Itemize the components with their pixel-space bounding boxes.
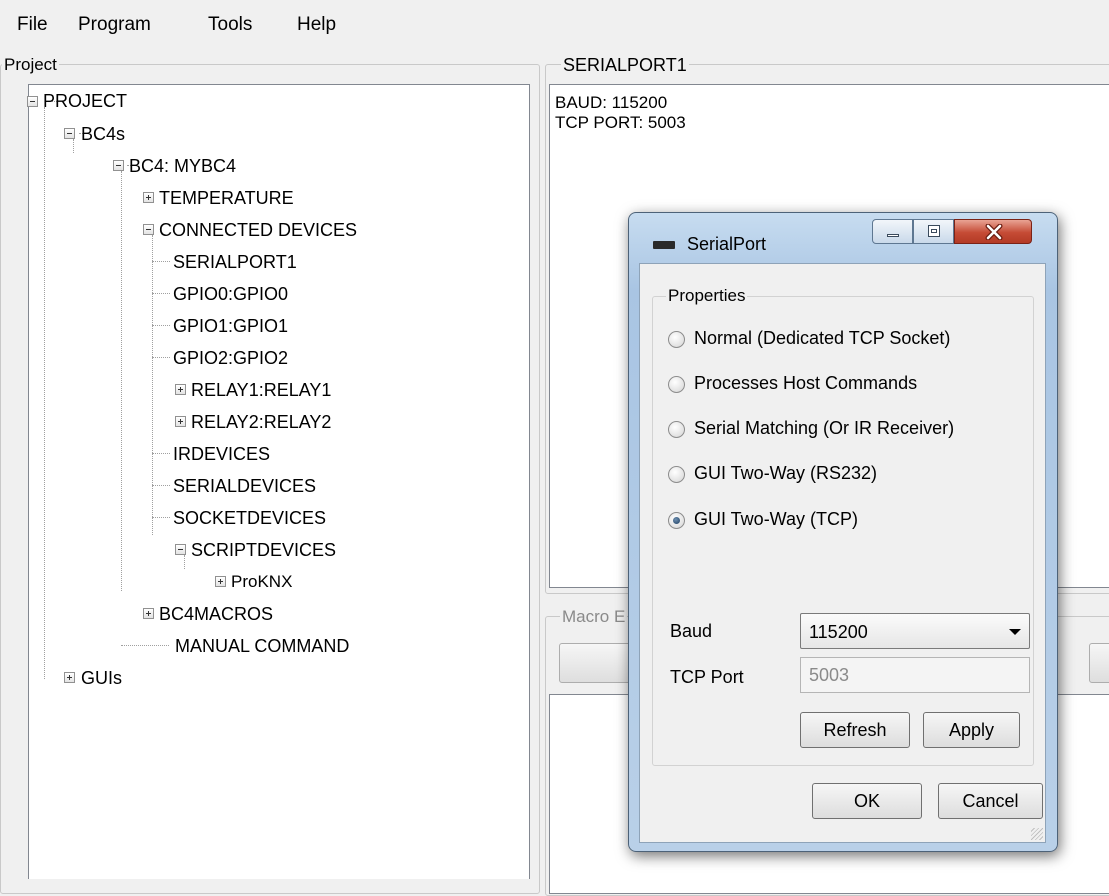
expand-icon[interactable] [215, 576, 226, 587]
tree-line [121, 645, 169, 646]
tcp-port-input[interactable] [800, 657, 1030, 693]
baud-select[interactable]: 115200 [800, 613, 1030, 649]
tree-node-manual-command[interactable]: MANUAL COMMAND [175, 633, 349, 659]
radio-label: GUI Two-Way (RS232) [694, 463, 878, 483]
serial-port-icon [653, 241, 675, 249]
menu-help[interactable]: Help [294, 14, 339, 36]
tree-node-bc4s[interactable]: BC4s [81, 121, 125, 147]
serialport-dialog: SerialPort Properties Normal (Dedicated … [628, 212, 1058, 852]
tree-node-relay1[interactable]: RELAY1:RELAY1 [191, 377, 331, 403]
collapse-icon[interactable] [27, 96, 38, 107]
project-group-title: Project [2, 55, 59, 75]
minimize-button[interactable] [872, 219, 913, 244]
menu-tools[interactable]: Tools [205, 14, 255, 36]
ok-button[interactable]: OK [812, 783, 922, 819]
tree-node-serialdevices[interactable]: SERIALDEVICES [173, 473, 316, 499]
details-tcp-line: TCP PORT: 5003 [555, 113, 686, 132]
macro-group-title: Macro E [560, 607, 628, 627]
expand-icon[interactable] [175, 416, 186, 427]
maximize-button[interactable] [913, 219, 954, 244]
tree-node-gpio1[interactable]: GPIO1:GPIO1 [173, 313, 288, 339]
tree-line [152, 293, 170, 294]
expand-icon[interactable] [143, 608, 154, 619]
radio-label: Normal (Dedicated TCP Socket) [694, 328, 951, 348]
maximize-icon-inner [931, 229, 937, 233]
tree-line [73, 139, 74, 153]
menu-file[interactable]: File [14, 14, 51, 36]
tree-node-temperature[interactable]: TEMPERATURE [159, 185, 294, 211]
radio-button-selected[interactable] [668, 512, 685, 529]
radio-button[interactable] [668, 376, 685, 393]
radio-label: Processes Host Commands [694, 373, 918, 393]
expand-icon[interactable] [64, 672, 75, 683]
tree-line [152, 485, 170, 486]
tree-node-irdevices[interactable]: IRDEVICES [173, 441, 270, 467]
cancel-button[interactable]: Cancel [938, 783, 1043, 819]
menu-program[interactable]: Program [75, 14, 154, 36]
close-icon [985, 224, 1003, 240]
properties-groupbox [652, 296, 1034, 766]
refresh-button[interactable]: Refresh [800, 712, 910, 748]
apply-button[interactable]: Apply [923, 712, 1020, 748]
tree-node-socketdevices[interactable]: SOCKETDEVICES [173, 505, 326, 531]
tree-line [44, 107, 45, 679]
radio-label: Serial Matching (Or IR Receiver) [694, 418, 955, 438]
tree-node-bc4macros[interactable]: BC4MACROS [159, 601, 273, 627]
tree-line [184, 555, 185, 569]
baud-label: Baud [670, 621, 713, 641]
details-baud-line: BAUD: 115200 [555, 93, 668, 112]
tcp-port-label: TCP Port [670, 667, 744, 687]
collapse-icon[interactable] [175, 544, 186, 555]
tree-node-connected-devices[interactable]: CONNECTED DEVICES [159, 217, 357, 243]
properties-title: Properties [666, 286, 748, 306]
tree-node-relay2[interactable]: RELAY2:RELAY2 [191, 409, 331, 435]
tree-node-gpio2[interactable]: GPIO2:GPIO2 [173, 345, 288, 371]
dialog-title: SerialPort [687, 234, 767, 254]
radio-button[interactable] [668, 421, 685, 438]
expand-icon[interactable] [143, 192, 154, 203]
project-tree[interactable]: PROJECT BC4s BC4: MYBC4 TEMPERATURE CONN… [27, 84, 530, 879]
collapse-icon[interactable] [64, 128, 75, 139]
macro-button-right[interactable] [1089, 643, 1109, 683]
radio-label: GUI Two-Way (TCP) [694, 509, 859, 529]
tree-node-serialport1[interactable]: SERIALPORT1 [173, 249, 297, 275]
chevron-down-icon [1009, 629, 1021, 635]
radio-button[interactable] [668, 466, 685, 483]
tree-line [152, 357, 170, 358]
details-group-title: SERIALPORT1 [561, 55, 689, 75]
tree-node-guis[interactable]: GUIs [81, 665, 122, 691]
tree-line [152, 325, 170, 326]
tree-node-gpio0[interactable]: GPIO0:GPIO0 [173, 281, 288, 307]
tree-line [121, 171, 122, 591]
tree-node-bc4[interactable]: BC4: MYBC4 [129, 153, 236, 179]
expand-icon[interactable] [175, 384, 186, 395]
dialog-client-area: Properties Normal (Dedicated TCP Socket)… [639, 263, 1046, 843]
tree-line [152, 517, 170, 518]
menu-bar: File Program Tools Help [0, 0, 1109, 48]
tree-node-project[interactable]: PROJECT [43, 88, 127, 114]
resize-grip-icon[interactable] [1031, 828, 1043, 840]
collapse-icon[interactable] [113, 160, 124, 171]
tree-node-scriptdevices[interactable]: SCRIPTDEVICES [191, 537, 336, 563]
tree-line [152, 235, 153, 535]
tree-line [152, 453, 170, 454]
tree-line [152, 261, 170, 262]
minimize-icon [887, 234, 899, 237]
baud-value: 115200 [809, 622, 868, 642]
radio-button[interactable] [668, 331, 685, 348]
collapse-icon[interactable] [143, 224, 154, 235]
close-button[interactable] [954, 219, 1032, 244]
tree-node-proknx[interactable]: ProKNX [231, 569, 292, 595]
